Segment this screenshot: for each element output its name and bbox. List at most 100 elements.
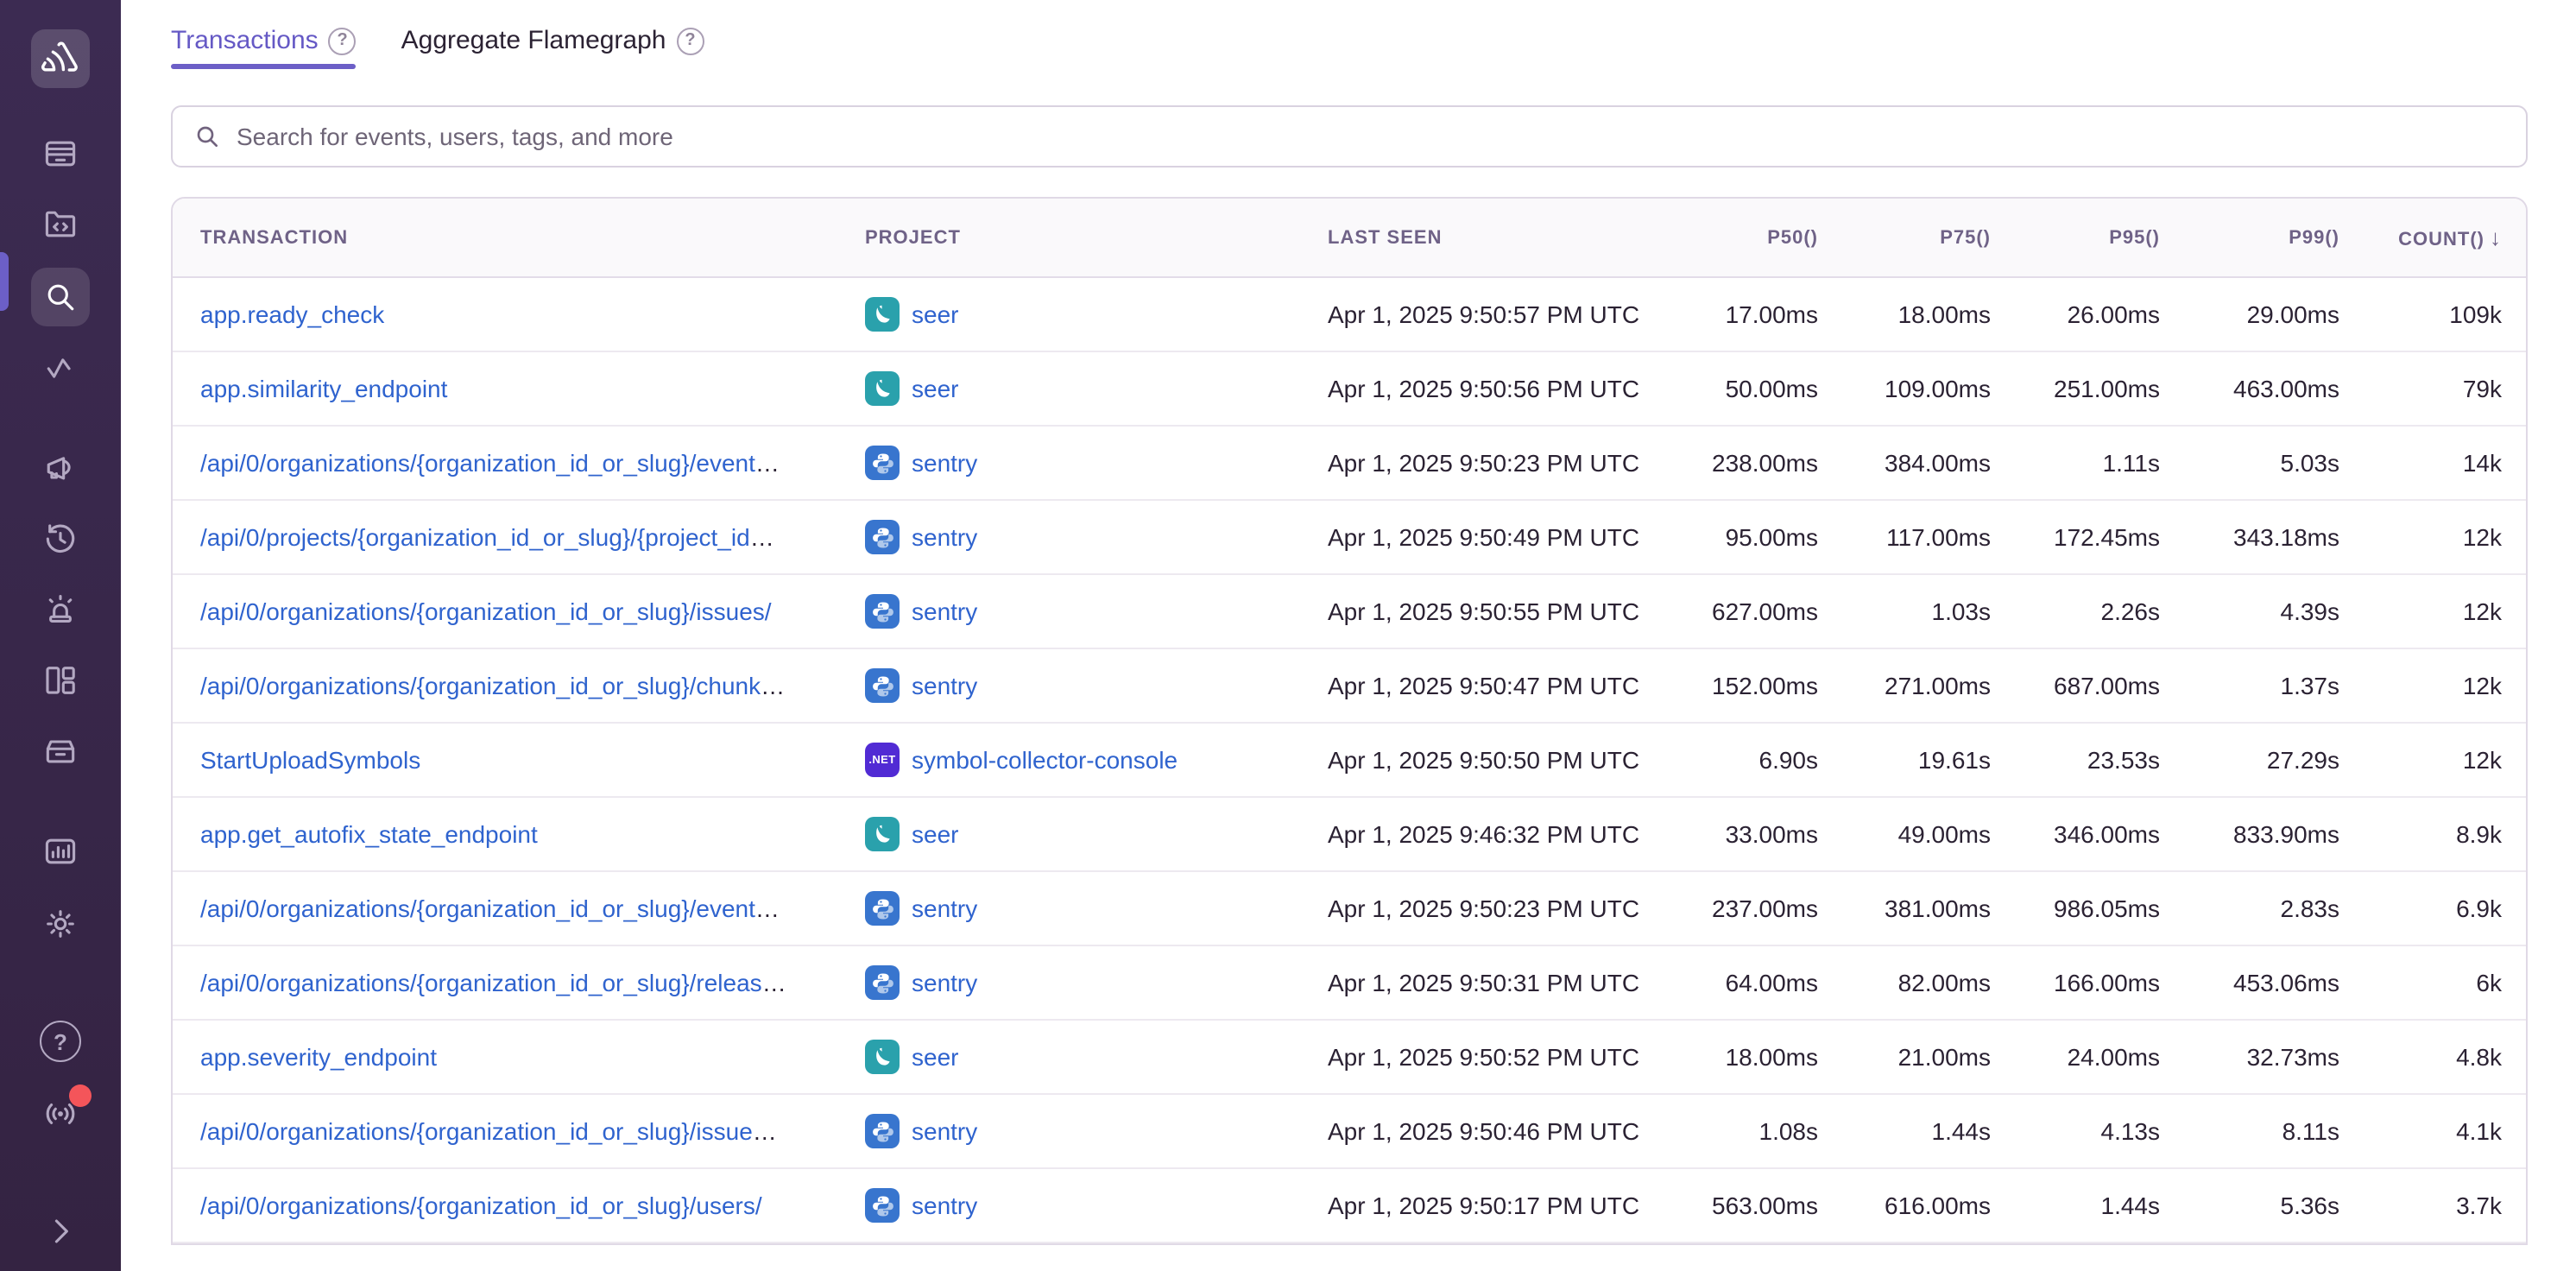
- project-link[interactable]: symbol-collector-console: [912, 746, 1178, 774]
- p50-cell: 64.00ms: [1649, 969, 1818, 996]
- table-row: app.get_autofix_state_endpoint seer Apr …: [173, 798, 2526, 872]
- p95-cell: 4.13s: [1991, 1117, 2160, 1145]
- transaction-link[interactable]: /api/0/organizations/{organization_id_or…: [200, 895, 755, 922]
- transaction-link[interactable]: /api/0/organizations/{organization_id_or…: [200, 598, 772, 625]
- sidebar-item-dashboards[interactable]: [31, 651, 90, 710]
- sidebar-item-help[interactable]: ?: [31, 1012, 90, 1071]
- sidebar-item-crons[interactable]: [31, 580, 90, 639]
- column-header-p95[interactable]: P95(): [1991, 227, 2160, 248]
- column-header-p99[interactable]: P99(): [2160, 227, 2339, 248]
- sidebar-item-stats[interactable]: [31, 822, 90, 881]
- project-cell: sentry: [865, 594, 1328, 629]
- sentry-logo[interactable]: [31, 29, 90, 88]
- python-icon: [869, 598, 895, 624]
- project-platform-icon: [865, 817, 900, 851]
- column-header-p75[interactable]: P75(): [1818, 227, 1991, 248]
- p75-cell: 18.00ms: [1818, 300, 1991, 328]
- tab-aggregate-flamegraph[interactable]: Aggregate Flamegraph ?: [401, 26, 704, 69]
- sidebar-item-alerts[interactable]: [31, 439, 90, 497]
- sidebar-item-whats-new[interactable]: [31, 1084, 90, 1143]
- column-header-transaction[interactable]: Transaction: [200, 227, 865, 248]
- transaction-link[interactable]: /api/0/organizations/{organization_id_or…: [200, 1117, 753, 1145]
- app-window: ? Transactions ?: [0, 0, 2576, 1271]
- sidebar-item-releases[interactable]: [31, 722, 90, 781]
- expand-sidebar-button[interactable]: [31, 1202, 90, 1261]
- project-cell: sentry: [865, 520, 1328, 554]
- project-link[interactable]: sentry: [912, 969, 977, 996]
- sidebar-item-issues[interactable]: [31, 124, 90, 183]
- project-link[interactable]: sentry: [912, 1117, 977, 1145]
- transaction-link[interactable]: app.ready_check: [200, 300, 384, 328]
- archive-box-icon: [41, 732, 79, 770]
- sidebar-item-explore[interactable]: [31, 195, 90, 254]
- project-link[interactable]: sentry: [912, 1192, 977, 1219]
- truncation-ellipsis: …: [750, 523, 774, 551]
- column-header-last-seen[interactable]: Last Seen: [1328, 227, 1649, 248]
- table-row: /api/0/organizations/{organization_id_or…: [173, 1169, 2526, 1243]
- p75-cell: 384.00ms: [1818, 449, 1991, 477]
- search-bar[interactable]: [171, 105, 2528, 168]
- p99-cell: 27.29s: [2160, 746, 2339, 774]
- p75-cell: 117.00ms: [1818, 523, 1991, 551]
- project-link[interactable]: seer: [912, 820, 958, 848]
- project-link[interactable]: sentry: [912, 449, 977, 477]
- p75-cell: 1.44s: [1818, 1117, 1991, 1145]
- p99-cell: 8.11s: [2160, 1117, 2339, 1145]
- p99-cell: 4.39s: [2160, 598, 2339, 625]
- transactions-table: Transaction Project Last Seen P50() P75(…: [171, 197, 2528, 1245]
- p75-cell: 271.00ms: [1818, 672, 1991, 699]
- project-cell: sentry: [865, 668, 1328, 703]
- sidebar-item-insights[interactable]: [31, 338, 90, 397]
- project-platform-icon: [865, 965, 900, 1000]
- transaction-link[interactable]: /api/0/organizations/{organization_id_or…: [200, 672, 761, 699]
- sidebar-item-search[interactable]: [31, 268, 90, 326]
- transaction-link[interactable]: app.similarity_endpoint: [200, 375, 447, 402]
- last-seen-cell: Apr 1, 2025 9:50:46 PM UTC: [1328, 1117, 1649, 1145]
- column-header-project[interactable]: Project: [865, 227, 1328, 248]
- transaction-link[interactable]: /api/0/projects/{organization_id_or_slug…: [200, 523, 750, 551]
- project-link[interactable]: sentry: [912, 895, 977, 922]
- project-link[interactable]: seer: [912, 1043, 958, 1071]
- p99-cell: 463.00ms: [2160, 375, 2339, 402]
- sidebar-item-replays[interactable]: [31, 509, 90, 568]
- project-link[interactable]: sentry: [912, 523, 977, 551]
- p99-cell: 2.83s: [2160, 895, 2339, 922]
- main-content: Transactions ? Aggregate Flamegraph ? Tr…: [171, 0, 2528, 1245]
- p95-cell: 24.00ms: [1991, 1043, 2160, 1071]
- project-link[interactable]: sentry: [912, 598, 977, 625]
- table-row: app.similarity_endpoint seer Apr 1, 2025…: [173, 352, 2526, 427]
- table-row: app.ready_check seer Apr 1, 2025 9:50:57…: [173, 278, 2526, 352]
- transaction-link[interactable]: /api/0/organizations/{organization_id_or…: [200, 969, 762, 996]
- p95-cell: 986.05ms: [1991, 895, 2160, 922]
- project-platform-icon: [865, 297, 900, 332]
- transaction-link[interactable]: /api/0/organizations/{organization_id_or…: [200, 1192, 762, 1219]
- last-seen-cell: Apr 1, 2025 9:50:57 PM UTC: [1328, 300, 1649, 328]
- p95-cell: 1.44s: [1991, 1192, 2160, 1219]
- project-platform-icon: [865, 1188, 900, 1223]
- p75-cell: 82.00ms: [1818, 969, 1991, 996]
- project-link[interactable]: seer: [912, 375, 958, 402]
- sidebar-item-settings[interactable]: [31, 895, 90, 953]
- search-input[interactable]: [237, 123, 2505, 150]
- transaction-link[interactable]: StartUploadSymbols: [200, 746, 420, 774]
- column-header-count[interactable]: Count()↓: [2339, 224, 2502, 250]
- transaction-cell: app.similarity_endpoint: [200, 375, 865, 402]
- transaction-link[interactable]: /api/0/organizations/{organization_id_or…: [200, 449, 755, 477]
- p50-cell: 1.08s: [1649, 1117, 1818, 1145]
- p75-cell: 21.00ms: [1818, 1043, 1991, 1071]
- transaction-link[interactable]: app.severity_endpoint: [200, 1043, 437, 1071]
- seer-icon: [869, 821, 895, 847]
- project-link[interactable]: seer: [912, 300, 958, 328]
- project-platform-icon: [865, 371, 900, 406]
- project-cell: sentry: [865, 965, 1328, 1000]
- project-cell: .NET symbol-collector-console: [865, 743, 1328, 777]
- python-icon: [869, 450, 895, 476]
- help-circle-icon[interactable]: ?: [677, 27, 704, 54]
- p99-cell: 833.90ms: [2160, 820, 2339, 848]
- transaction-link[interactable]: app.get_autofix_state_endpoint: [200, 820, 538, 848]
- project-link[interactable]: sentry: [912, 672, 977, 699]
- help-circle-icon[interactable]: ?: [329, 27, 357, 54]
- p99-cell: 5.36s: [2160, 1192, 2339, 1219]
- tab-transactions[interactable]: Transactions ?: [171, 26, 357, 69]
- column-header-p50[interactable]: P50(): [1649, 227, 1818, 248]
